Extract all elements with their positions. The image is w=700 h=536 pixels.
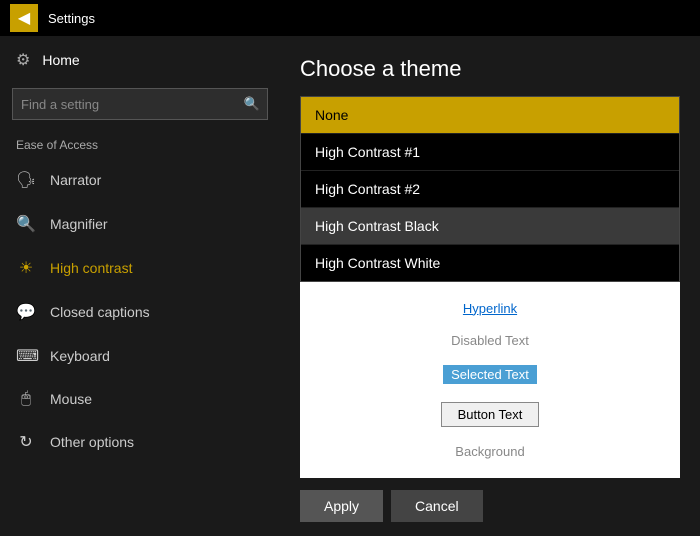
sidebar-item-label: Keyboard [50,348,110,364]
apply-button[interactable]: Apply [300,490,383,522]
sidebar-item-other-options[interactable]: ↻ Other options [0,420,280,464]
sidebar-item-label: Other options [50,434,134,450]
home-label: Home [42,52,79,68]
narrator-icon: 🗣 [16,170,36,190]
back-button[interactable]: ◀ [10,4,38,32]
magnifier-icon: 🔍 [16,214,36,234]
theme-option-hc2[interactable]: High Contrast #2 [301,171,679,208]
window-title: Settings [48,11,95,26]
home-icon: ⚙ [16,50,30,70]
back-icon: ◀ [18,8,30,28]
theme-option-hcb[interactable]: High Contrast Black [301,208,679,245]
sidebar-item-label: Narrator [50,172,101,188]
sidebar-item-home[interactable]: ⚙ Home [0,36,280,84]
other-options-icon: ↻ [16,432,36,452]
theme-option-hc1[interactable]: High Contrast #1 [301,134,679,171]
sidebar-item-narrator[interactable]: 🗣 Narrator [0,158,280,202]
preview-disabled-text: Disabled Text [451,333,529,348]
preview-hyperlink: Hyperlink [463,301,517,316]
search-icon[interactable]: 🔍 [237,89,267,119]
sidebar: ⚙ Home 🔍 Ease of Access 🗣 Narrator 🔍 Mag… [0,36,280,536]
search-box[interactable]: 🔍 [12,88,268,120]
closed-captions-icon: 💬 [16,302,36,322]
ease-of-access-label: Ease of Access [0,130,280,158]
sidebar-item-keyboard[interactable]: ⌨ Keyboard [0,334,280,378]
preview-selected-text: Selected Text [443,365,537,384]
title-bar: ◀ Settings [0,0,700,36]
preview-background-text: Background [455,444,524,459]
sidebar-item-label: High contrast [50,260,132,276]
sidebar-item-closed-captions[interactable]: 💬 Closed captions [0,290,280,334]
preview-button-text: Button Text [441,402,540,427]
mouse-icon: 🖱 [16,390,36,408]
preview-box: Hyperlink Disabled Text Selected Text Bu… [300,282,680,478]
theme-option-none[interactable]: None [301,97,679,134]
footer-buttons: Apply Cancel [300,478,680,526]
sidebar-item-label: Closed captions [50,304,150,320]
keyboard-icon: ⌨ [16,346,36,366]
sidebar-item-label: Mouse [50,391,92,407]
theme-dropdown[interactable]: None High Contrast #1 High Contrast #2 H… [300,96,680,282]
cancel-button[interactable]: Cancel [391,490,483,522]
sidebar-item-high-contrast[interactable]: ☀ High contrast [0,246,280,290]
high-contrast-icon: ☀ [16,258,36,278]
main-layout: ⚙ Home 🔍 Ease of Access 🗣 Narrator 🔍 Mag… [0,36,700,536]
sidebar-item-magnifier[interactable]: 🔍 Magnifier [0,202,280,246]
sidebar-item-label: Magnifier [50,216,108,232]
search-input[interactable] [13,97,237,112]
content-area: Choose a theme None High Contrast #1 Hig… [280,36,700,536]
page-title: Choose a theme [300,56,680,82]
sidebar-item-mouse[interactable]: 🖱 Mouse [0,378,280,420]
theme-option-hcw[interactable]: High Contrast White [301,245,679,281]
